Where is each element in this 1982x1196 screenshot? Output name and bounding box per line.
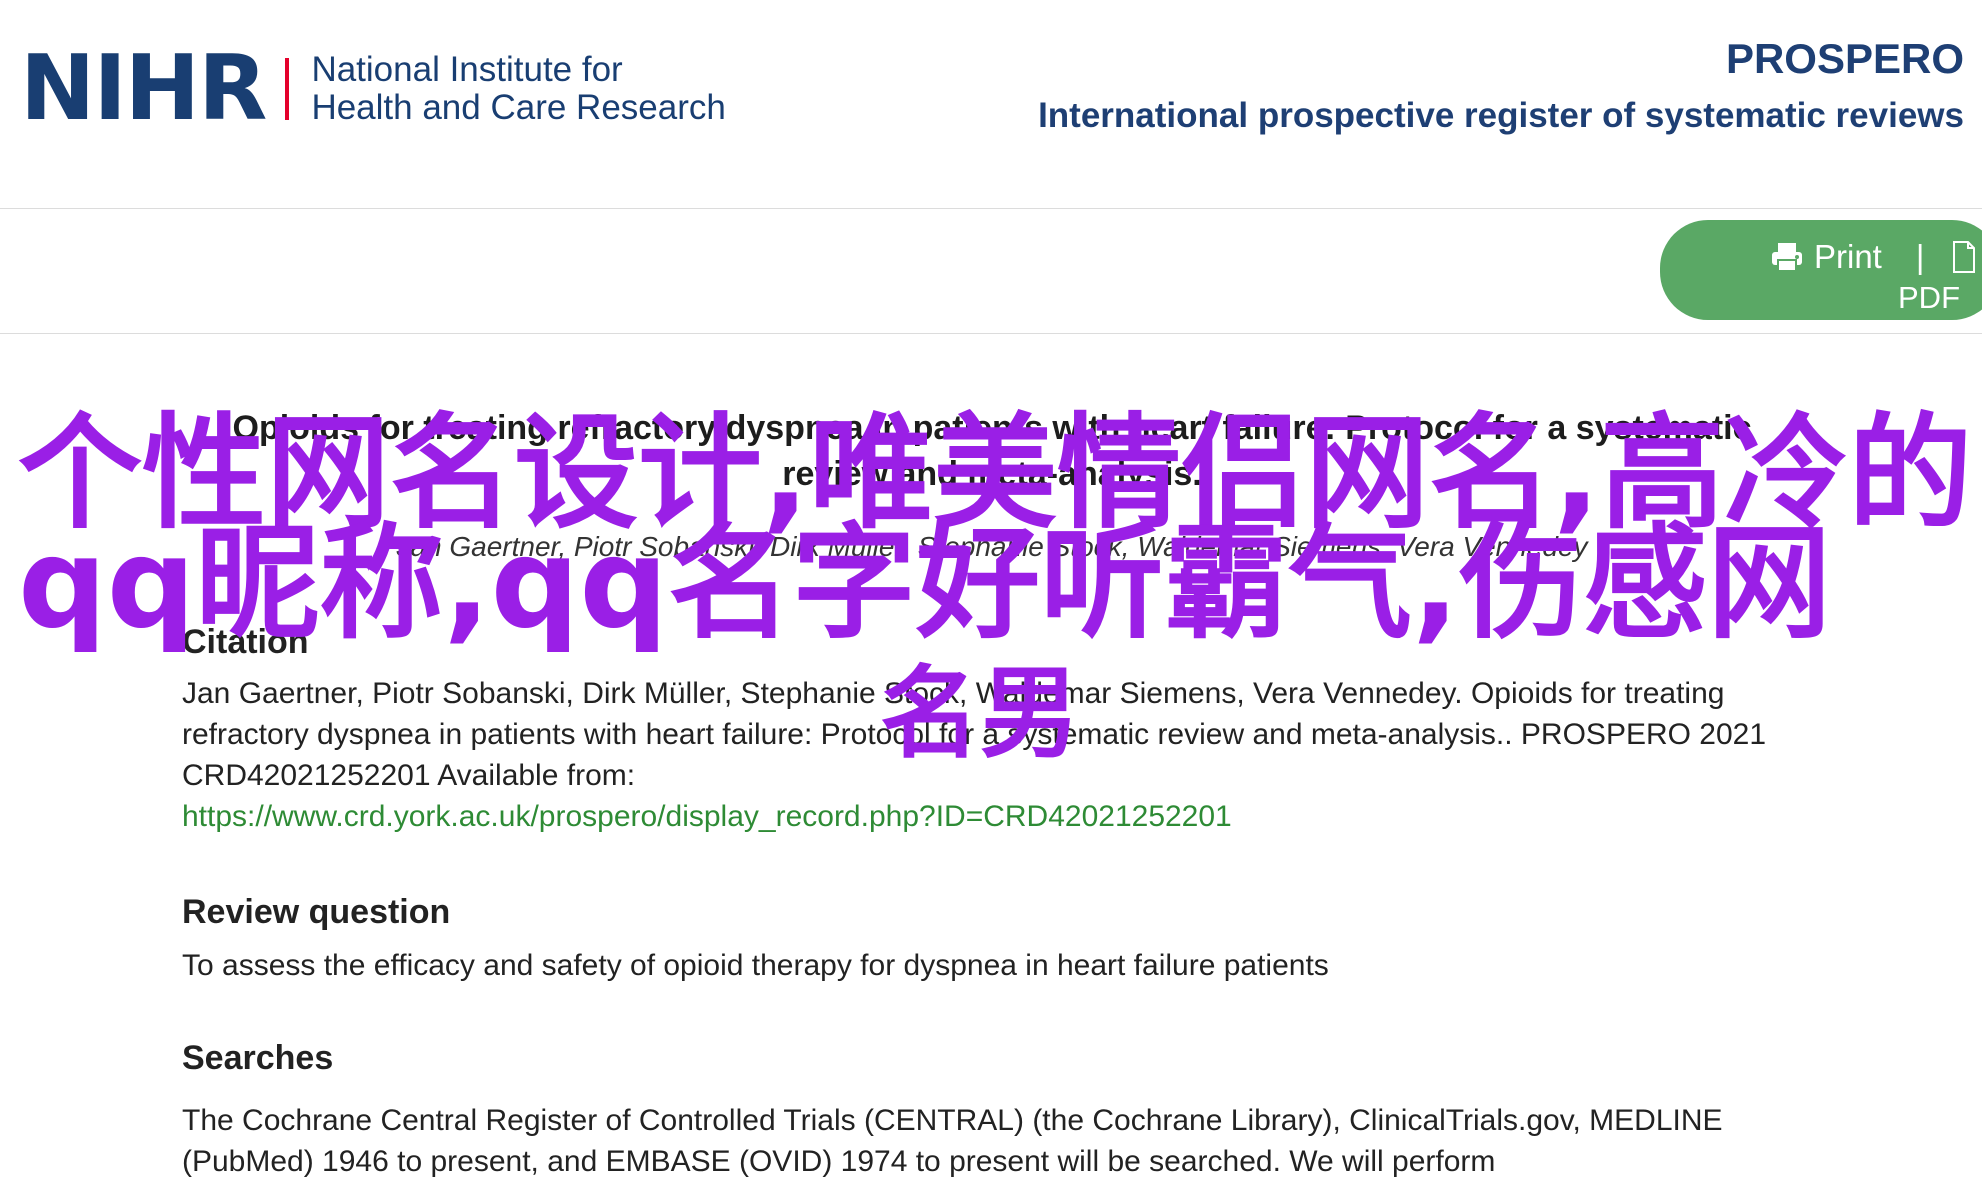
- register-subtitle: International prospective register of sy…: [1038, 96, 1964, 135]
- prospero-record-page: NIHR National Institute for Health and C…: [0, 0, 1982, 1196]
- toolbar-separator: |: [1915, 238, 1925, 275]
- site-header: NIHR National Institute for Health and C…: [0, 0, 1982, 209]
- searches-text: The Cochrane Central Register of Control…: [182, 1104, 1723, 1178]
- print-label: Print: [1814, 238, 1882, 275]
- printer-icon: [1772, 243, 1802, 272]
- pdf-file-icon[interactable]: [1952, 240, 1976, 274]
- pill-row: Print |: [1770, 238, 1976, 276]
- record-title: Opioids for treating refractory dyspnea …: [232, 409, 1752, 493]
- searches-heading: Searches: [182, 1039, 334, 1077]
- print-button[interactable]: Print: [1770, 238, 1882, 276]
- register-title: PROSPERO: [1725, 35, 1964, 82]
- register-heading: PROSPERO International prospective regis…: [1038, 34, 1964, 136]
- logo-mark: NIHR: [20, 36, 267, 141]
- citation-text: Jan Gaertner, Piotr Sobanski, Dirk Mülle…: [182, 677, 1767, 792]
- record-toolbar: Print | PDF: [0, 209, 1982, 334]
- record-authors: Jan Gaertner, Piotr Sobanski, Dirk Mülle…: [396, 531, 1588, 562]
- logo-text: National Institute for Health and Care R…: [311, 51, 725, 127]
- print-pdf-pill: Print | PDF: [1660, 220, 1982, 320]
- citation-heading: Citation: [182, 623, 309, 661]
- pdf-button[interactable]: PDF: [1898, 280, 1960, 316]
- logo-divider: [285, 58, 290, 120]
- nihr-logo[interactable]: NIHR National Institute for Health and C…: [20, 44, 726, 134]
- citation-body: Jan Gaertner, Piotr Sobanski, Dirk Mülle…: [182, 673, 1802, 837]
- citation-link[interactable]: https://www.crd.york.ac.uk/prospero/disp…: [182, 800, 1232, 833]
- review-question-text: To assess the efficacy and safety of opi…: [182, 949, 1329, 982]
- logo-line1: National Institute for: [311, 50, 623, 89]
- review-question-heading: Review question: [182, 893, 451, 931]
- logo-line2: Health and Care Research: [311, 88, 726, 127]
